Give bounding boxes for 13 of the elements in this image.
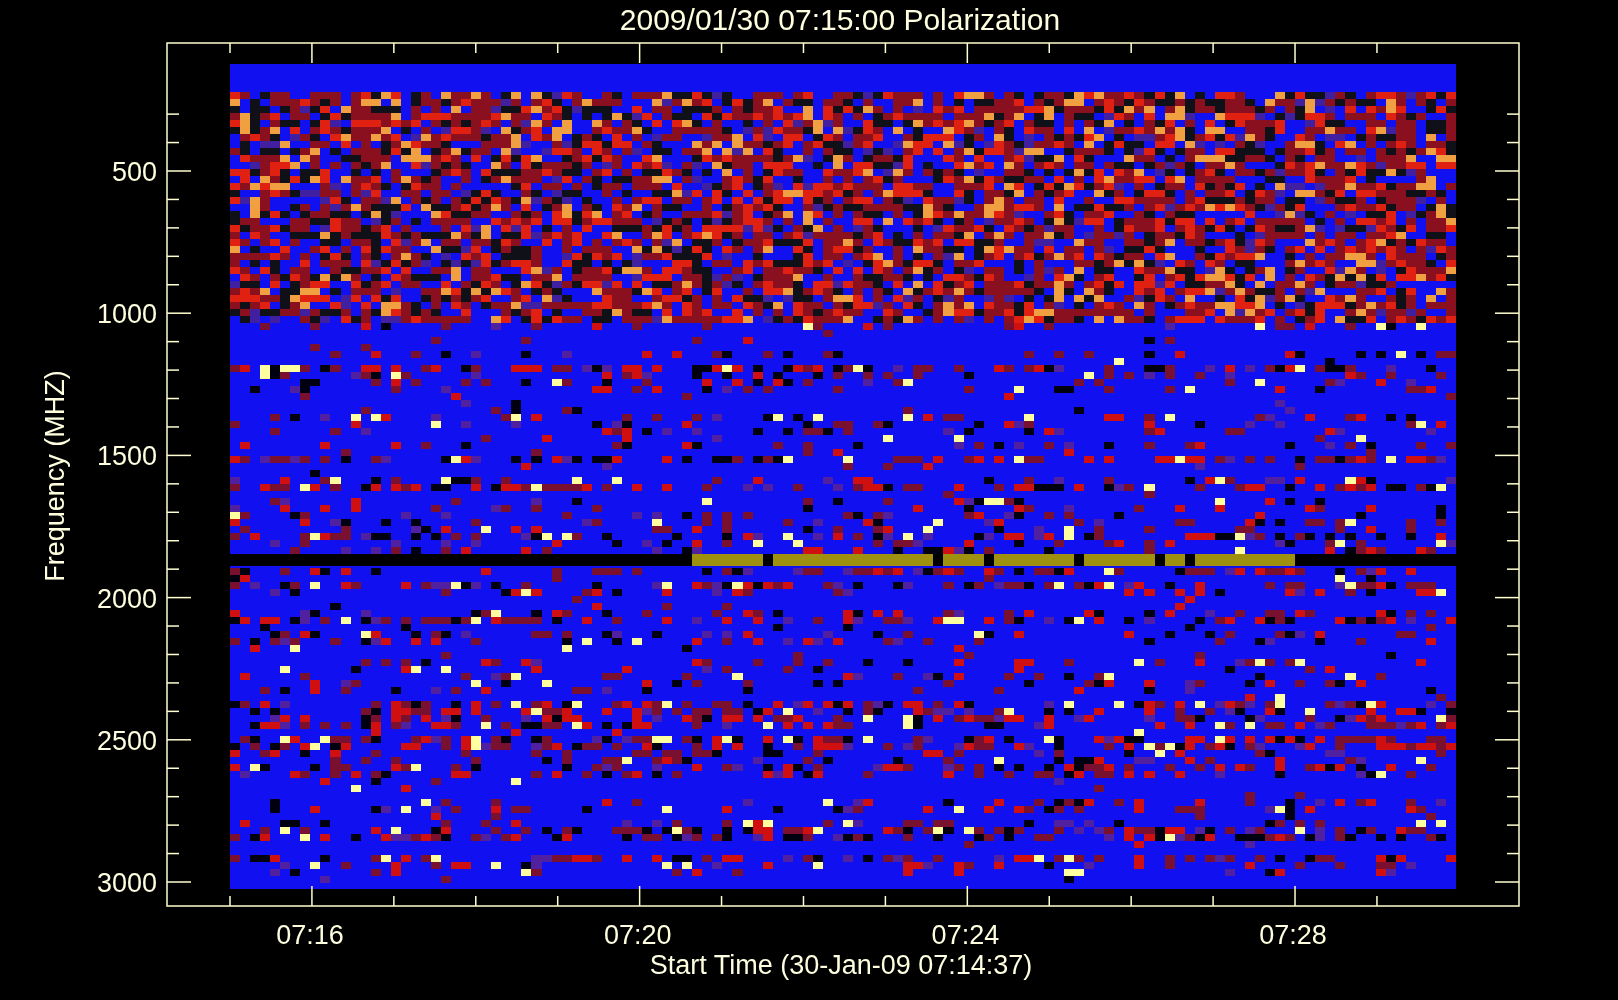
y-tick-label: 1500: [96, 441, 157, 472]
plot-title: 2009/01/30 07:15:00 Polarization: [619, 3, 1061, 36]
y-tick-label: 1000: [96, 299, 157, 330]
x-tick-label: 07:24: [931, 920, 1000, 950]
y-tick-label: 2000: [96, 583, 157, 614]
x-tick-label: 07:28: [1259, 920, 1327, 950]
y-tick-label: 3000: [96, 868, 157, 898]
x-tick-label: 07:16: [276, 920, 344, 950]
x-axis-label: Start Time (30-Jan-09 07:14:37): [649, 950, 1033, 980]
x-tick-label: 07:20: [603, 920, 672, 950]
y-tick-label: 2500: [96, 725, 157, 756]
y-tick-label: 500: [111, 157, 157, 187]
y-axis-label: Frequency (MHZ): [40, 370, 70, 582]
